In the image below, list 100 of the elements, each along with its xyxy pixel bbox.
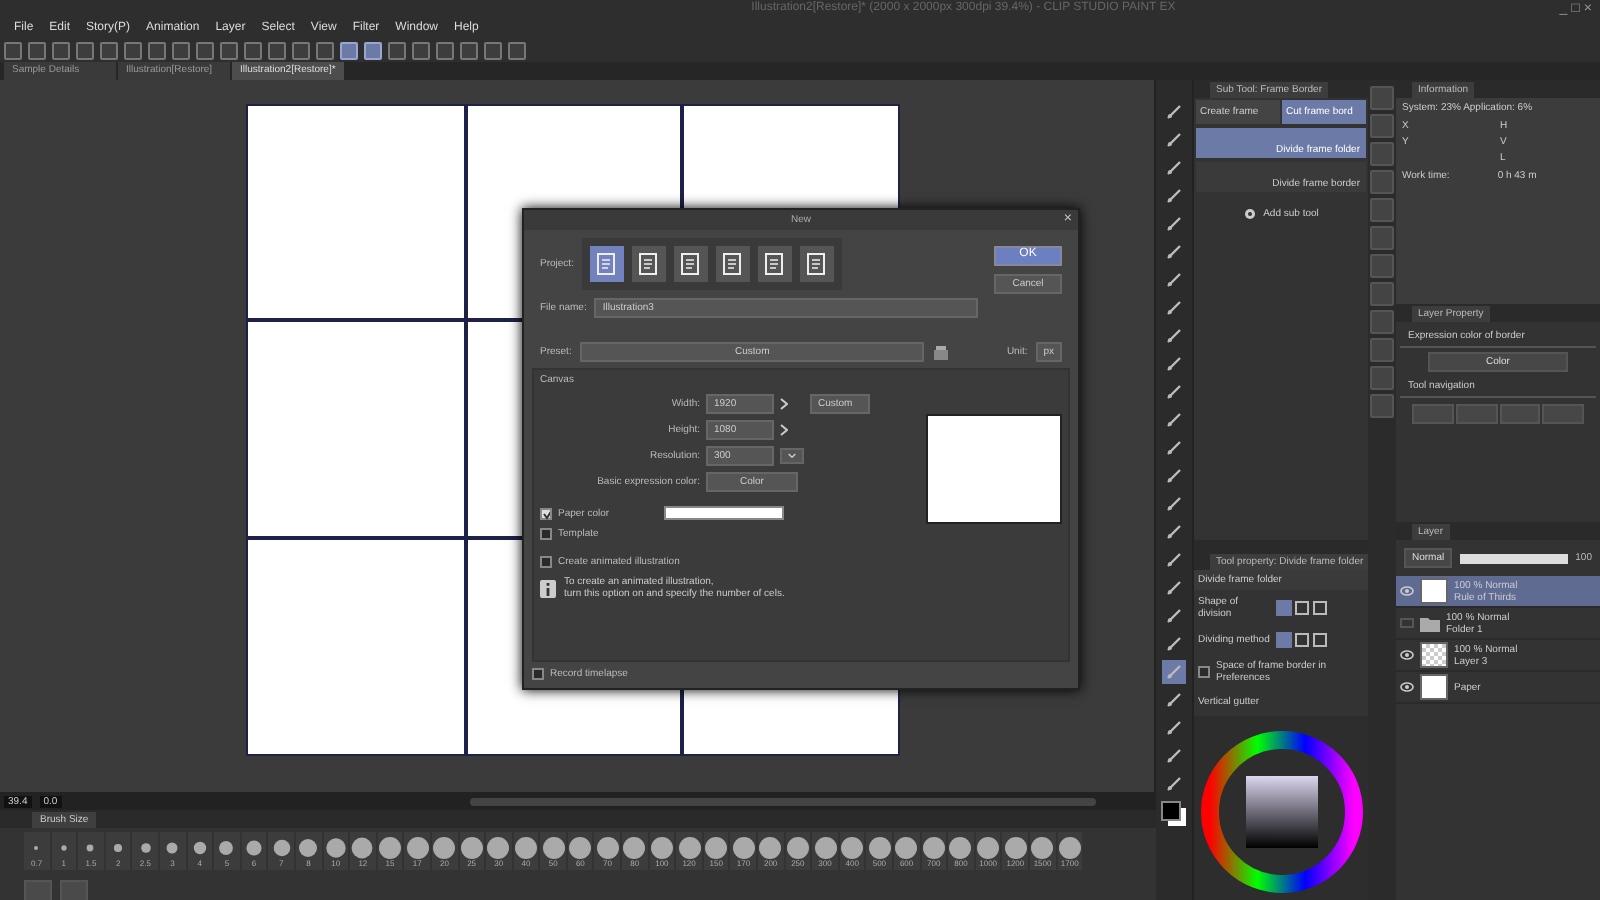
tool-button[interactable] xyxy=(1162,240,1186,264)
brush-dot-icon xyxy=(350,836,375,861)
checkbox[interactable] xyxy=(540,507,552,519)
project-type-button[interactable] xyxy=(589,246,624,282)
tool-button[interactable] xyxy=(1162,688,1186,712)
tool-button[interactable] xyxy=(1162,212,1186,236)
toolbar-button[interactable] xyxy=(52,42,70,60)
toolbar-button[interactable] xyxy=(196,42,214,60)
project-type-button[interactable] xyxy=(757,246,792,282)
brush-dot-icon xyxy=(432,836,457,861)
toolbar-button[interactable] xyxy=(292,42,310,60)
checkbox[interactable] xyxy=(540,528,552,540)
tool-button[interactable] xyxy=(1162,156,1186,180)
brush-dot-icon xyxy=(649,836,674,861)
tool-button[interactable] xyxy=(1162,772,1186,796)
tool-button[interactable] xyxy=(1162,604,1186,628)
checkbox[interactable] xyxy=(540,556,552,568)
eye-icon[interactable] xyxy=(1400,650,1414,660)
project-type-button[interactable] xyxy=(715,246,750,282)
project-type-button[interactable] xyxy=(673,246,708,282)
toolbar-button[interactable] xyxy=(508,42,526,60)
layer-thumbnail xyxy=(1420,642,1448,668)
brush-dot-icon xyxy=(622,836,647,861)
tool-button[interactable] xyxy=(1162,352,1186,376)
printer-icon[interactable] xyxy=(932,343,951,361)
tool-button[interactable] xyxy=(1162,464,1186,488)
tool-button[interactable] xyxy=(1162,184,1186,208)
project-type-button[interactable] xyxy=(799,246,834,282)
tool-navigation-button[interactable] xyxy=(1499,404,1541,424)
brush-dot-icon xyxy=(976,836,1001,861)
toolbar-button[interactable] xyxy=(100,42,118,60)
caret-icon xyxy=(788,452,796,460)
toolbar-button[interactable] xyxy=(148,42,166,60)
checkbox[interactable] xyxy=(532,668,544,680)
toolbar-button[interactable] xyxy=(460,42,478,60)
folder-icon xyxy=(1420,615,1440,631)
toolbar-button[interactable] xyxy=(436,42,454,60)
brush-dot-icon xyxy=(242,836,267,861)
canvas-preview xyxy=(926,414,1062,524)
tool-button[interactable] xyxy=(1162,128,1186,152)
chevron-icon[interactable] xyxy=(780,424,788,436)
brush-dot-icon xyxy=(867,836,892,861)
brush-dot-icon xyxy=(296,836,321,861)
toolbar-button[interactable] xyxy=(268,42,286,60)
document-icon xyxy=(679,252,702,276)
toolbar-button[interactable] xyxy=(388,42,406,60)
brush-dot-icon xyxy=(758,836,783,861)
tool-button[interactable] xyxy=(1162,324,1186,348)
toolbar-button[interactable] xyxy=(28,42,46,60)
tool-button[interactable] xyxy=(1162,408,1186,432)
toolbar-button[interactable] xyxy=(484,42,502,60)
tool-button[interactable] xyxy=(1162,716,1186,740)
document-icon xyxy=(637,252,660,276)
document-icon xyxy=(595,252,618,276)
visibility-box[interactable] xyxy=(1400,618,1414,628)
gear-icon xyxy=(1243,208,1256,220)
toolbar-button[interactable] xyxy=(76,42,94,60)
tool-button[interactable] xyxy=(1162,492,1186,516)
toolbar-button[interactable] xyxy=(124,42,142,60)
chevron-icon[interactable] xyxy=(780,398,788,410)
tool-button[interactable] xyxy=(1162,520,1186,544)
tool-button[interactable] xyxy=(1162,296,1186,320)
toolbar-button[interactable] xyxy=(364,42,382,60)
tool-button[interactable] xyxy=(1162,100,1186,124)
dropdown-button[interactable] xyxy=(780,448,804,464)
tool-button[interactable] xyxy=(1162,744,1186,768)
tool-button[interactable] xyxy=(1162,548,1186,572)
brush-dot-icon xyxy=(595,836,620,861)
brush-dot-icon xyxy=(1003,836,1028,861)
tool-button[interactable] xyxy=(1162,436,1186,460)
brush-dot-icon xyxy=(704,836,729,861)
tool-navigation-button[interactable] xyxy=(1455,404,1497,424)
toolbar-button[interactable] xyxy=(4,42,22,60)
tool-button[interactable] xyxy=(1162,632,1186,656)
document-icon xyxy=(805,252,828,276)
eye-icon[interactable] xyxy=(1400,682,1414,692)
tool-button[interactable] xyxy=(1162,268,1186,292)
project-type-button[interactable] xyxy=(631,246,666,282)
tool-button[interactable] xyxy=(1162,576,1186,600)
toolbar-button[interactable] xyxy=(172,42,190,60)
toolbar-button[interactable] xyxy=(412,42,430,60)
brush-dot-icon xyxy=(677,836,702,861)
toolbar-button[interactable] xyxy=(220,42,238,60)
tool-button[interactable] xyxy=(1162,380,1186,404)
brush-dot-icon xyxy=(378,836,403,861)
paper-color-swatch[interactable] xyxy=(663,506,784,520)
brush-dot-icon xyxy=(486,836,511,861)
brush-dot-icon xyxy=(785,836,810,861)
toolbar-button[interactable] xyxy=(244,42,262,60)
brush-dot-icon xyxy=(813,836,838,861)
color-swatch-icon xyxy=(1160,800,1188,828)
layer-thumbnail xyxy=(1420,674,1448,700)
brush-dot-icon xyxy=(894,836,919,861)
scroll-bar[interactable] xyxy=(469,797,1096,805)
toolbar-button[interactable] xyxy=(340,42,358,60)
opacity-slider-fill[interactable] xyxy=(1460,553,1568,563)
checkbox[interactable] xyxy=(1198,666,1210,678)
brush-dot-icon xyxy=(921,836,946,861)
toolbar-button[interactable] xyxy=(316,42,334,60)
brush-dot-icon xyxy=(840,836,865,861)
